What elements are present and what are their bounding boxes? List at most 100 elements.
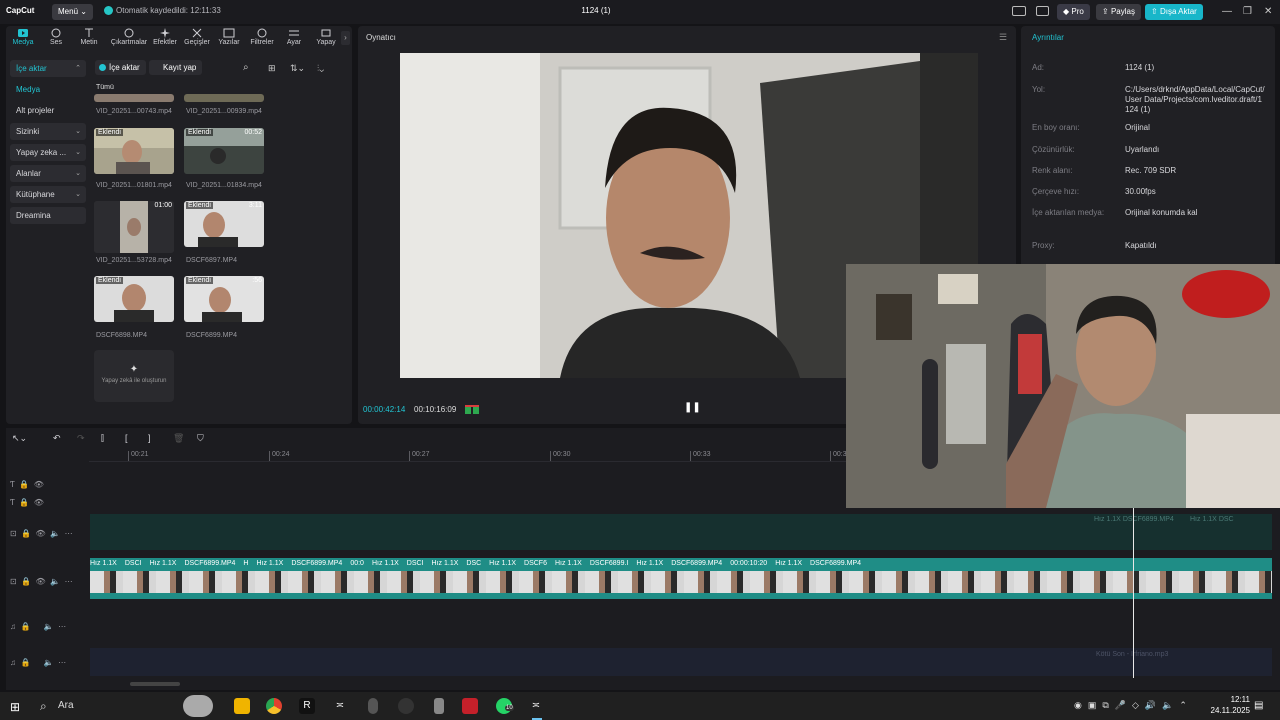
import-button[interactable]: İçe aktar: [95, 60, 146, 75]
capcut-active-icon[interactable]: ≍: [528, 698, 544, 714]
main-clip-header[interactable]: Hız 1.1X DSCI Hız 1.1X DSCF6899.MP4 H Hız 1.1…: [90, 558, 1272, 569]
tab-audio[interactable]: Ses: [39, 28, 73, 50]
trim-right-icon[interactable]: ]: [148, 433, 151, 443]
media-thumbnail[interactable]: 01:00: [94, 201, 174, 253]
sparkle-icon: ✦: [129, 364, 139, 375]
tab-media[interactable]: Medya: [6, 28, 40, 50]
notification-badge: 10: [505, 705, 514, 711]
record-label: Kayıt yap: [163, 63, 197, 72]
undo-icon[interactable]: ↶: [53, 433, 61, 444]
all-filter-label[interactable]: Tümü: [96, 84, 114, 91]
media-thumbnail[interactable]: [94, 94, 174, 102]
split-icon[interactable]: ⫿: [101, 433, 104, 444]
capcut-taskbar-icon[interactable]: ≍: [332, 698, 348, 714]
tab-captions[interactable]: Yazılar: [212, 28, 246, 50]
sort-icon[interactable]: ⇅⌄: [290, 63, 305, 74]
pause-icon[interactable]: ❚❚: [684, 402, 701, 413]
sidebar-item-yours[interactable]: Sizinki ⌄: [10, 123, 86, 140]
capcut-logo: CapCut: [6, 6, 35, 15]
layout-icon[interactable]: [1012, 6, 1026, 16]
sidebar-item-subprojects[interactable]: Alt projeler: [10, 102, 86, 119]
main-video-clips[interactable]: [90, 569, 1272, 599]
timeline-scrollbar[interactable]: [130, 682, 180, 686]
system-clock[interactable]: 12:11 24.11.2025: [1196, 694, 1250, 716]
record-button[interactable]: Kayıt yap: [149, 60, 203, 75]
file-explorer-icon[interactable]: [234, 698, 250, 714]
tab-label: Ayar: [286, 39, 302, 46]
media-thumbnail[interactable]: [184, 94, 264, 102]
export-button[interactable]: ⇧ Dışa Aktar: [1145, 4, 1203, 20]
shortcuts-icon[interactable]: [1036, 6, 1049, 16]
select-tool-icon[interactable]: ↖⌄: [12, 433, 27, 444]
main-track-controls[interactable]: ⊡ 🔒 👁 🔈 ⋯: [10, 577, 73, 586]
delete-icon[interactable]: 🗑: [173, 433, 184, 444]
weather-widget-icon[interactable]: [183, 695, 213, 717]
sidebar-item-dreamina[interactable]: Dreamina: [10, 207, 86, 224]
player-menu-icon[interactable]: ☰: [999, 32, 1007, 43]
search-icon[interactable]: ⌕: [243, 62, 249, 73]
tab-ai[interactable]: Yapay: [309, 28, 343, 50]
media-name: VID_20251...00743.mp4: [96, 108, 172, 115]
shield-icon[interactable]: ⛉: [197, 433, 204, 444]
sidebar-item-library[interactable]: Kütüphane ⌄: [10, 186, 86, 203]
detail-value: Kapatıldı: [1125, 241, 1157, 250]
sidebar-item-spaces[interactable]: Alanlar ⌄: [10, 165, 86, 182]
clip-speed-label: Hız 1.1X: [149, 560, 177, 567]
timeline-ruler[interactable]: 00:21 00:24 00:27 00:30 00:33 00:3: [89, 450, 849, 462]
obs-icon[interactable]: [398, 698, 414, 714]
detail-key: En boy oranı:: [1032, 123, 1080, 132]
ai-create-card[interactable]: ✦ Yapay zekâ ile oluşturun: [94, 350, 174, 402]
details-title: Ayrıntılar: [1032, 33, 1064, 42]
notifications-icon[interactable]: ▤: [1254, 700, 1263, 711]
media-sidebar: İçe aktar ⌃ Medya Alt projeler Sizinki ⌄ Y…: [10, 60, 86, 228]
audio-track[interactable]: Kötü Son - Irfriano.mp3: [90, 648, 1272, 676]
view-toggle-icon[interactable]: ⊞: [268, 63, 276, 74]
ruler-tick: 00:24: [269, 451, 290, 461]
clip-name-label: DSCF6899.MP4: [184, 560, 236, 567]
detail-key: Yol:: [1032, 85, 1046, 94]
minimize-icon[interactable]: —: [1222, 6, 1232, 17]
tab-transitions[interactable]: Geçişler: [180, 28, 214, 50]
tab-text[interactable]: Metin: [72, 28, 106, 50]
tab-filters[interactable]: Filtreler: [245, 28, 279, 50]
player-title: Oynatıcı: [366, 33, 396, 42]
windows-start-icon[interactable]: ⊞: [10, 700, 20, 714]
audio-track-controls[interactable]: ♫ 🔒 🔈 ⋯: [10, 658, 66, 667]
sidebar-item-label: Alanlar: [16, 169, 41, 178]
pro-button[interactable]: ◆ Pro: [1057, 4, 1090, 20]
microphone-app-icon[interactable]: [368, 698, 378, 714]
tab-adjust[interactable]: Ayar: [277, 28, 311, 50]
share-button[interactable]: ⇪ Paylaş: [1096, 4, 1141, 20]
app-r-icon[interactable]: R: [299, 698, 315, 714]
media-thumbnail[interactable]: Eklendi :56: [184, 276, 264, 322]
clock-date: 24.11.2025: [1210, 706, 1250, 715]
sidebar-item-ai[interactable]: Yapay zeka ... ⌄: [10, 144, 86, 161]
effects-icon: [160, 28, 170, 38]
overlay-track[interactable]: Hız 1.1X DSCF6899.MP4 Hız 1.1X DSC: [90, 514, 1272, 550]
chrome-icon[interactable]: [266, 698, 282, 714]
filter-icon[interactable]: ⫶⌄: [317, 63, 324, 74]
tab-stickers[interactable]: Çıkartmalar: [107, 28, 151, 50]
sidebar-item-import[interactable]: İçe aktar ⌃: [10, 60, 86, 77]
menu-button[interactable]: Menü ⌄: [52, 4, 93, 20]
text-track-controls[interactable]: Ƭ 🔒 👁: [10, 480, 44, 489]
clip-duration-label: 00:0: [350, 560, 364, 567]
chevron-right-icon[interactable]: ›: [341, 31, 350, 45]
maximize-icon[interactable]: ❐: [1243, 6, 1252, 17]
system-tray-icons[interactable]: ◉▣⧉🎤◇🔊🔈⌃: [1074, 700, 1193, 711]
bottle-app-icon[interactable]: [434, 698, 444, 714]
trim-left-icon[interactable]: [: [125, 433, 128, 443]
media-thumbnail[interactable]: Eklendi: [94, 128, 174, 174]
media-thumbnail[interactable]: Eklendi: [94, 276, 174, 322]
voice-meeter-icon[interactable]: [462, 698, 478, 714]
audio-track-controls[interactable]: ♫ 🔒 🔈 ⋯: [10, 622, 66, 631]
overlay-track-controls[interactable]: ⊡ 🔒 👁 🔈 ⋯: [10, 529, 73, 538]
whatsapp-icon[interactable]: 10: [496, 698, 514, 714]
sidebar-item-media[interactable]: Medya: [10, 81, 86, 98]
tab-effects[interactable]: Efektler: [148, 28, 182, 50]
media-thumbnail[interactable]: Eklendi 3:11: [184, 201, 264, 247]
text-track-controls[interactable]: Ƭ 🔒 👁: [10, 498, 44, 507]
media-thumbnail[interactable]: Eklendi 00:52: [184, 128, 264, 174]
close-icon[interactable]: ✕: [1264, 6, 1272, 17]
redo-icon[interactable]: ↷: [77, 433, 85, 444]
